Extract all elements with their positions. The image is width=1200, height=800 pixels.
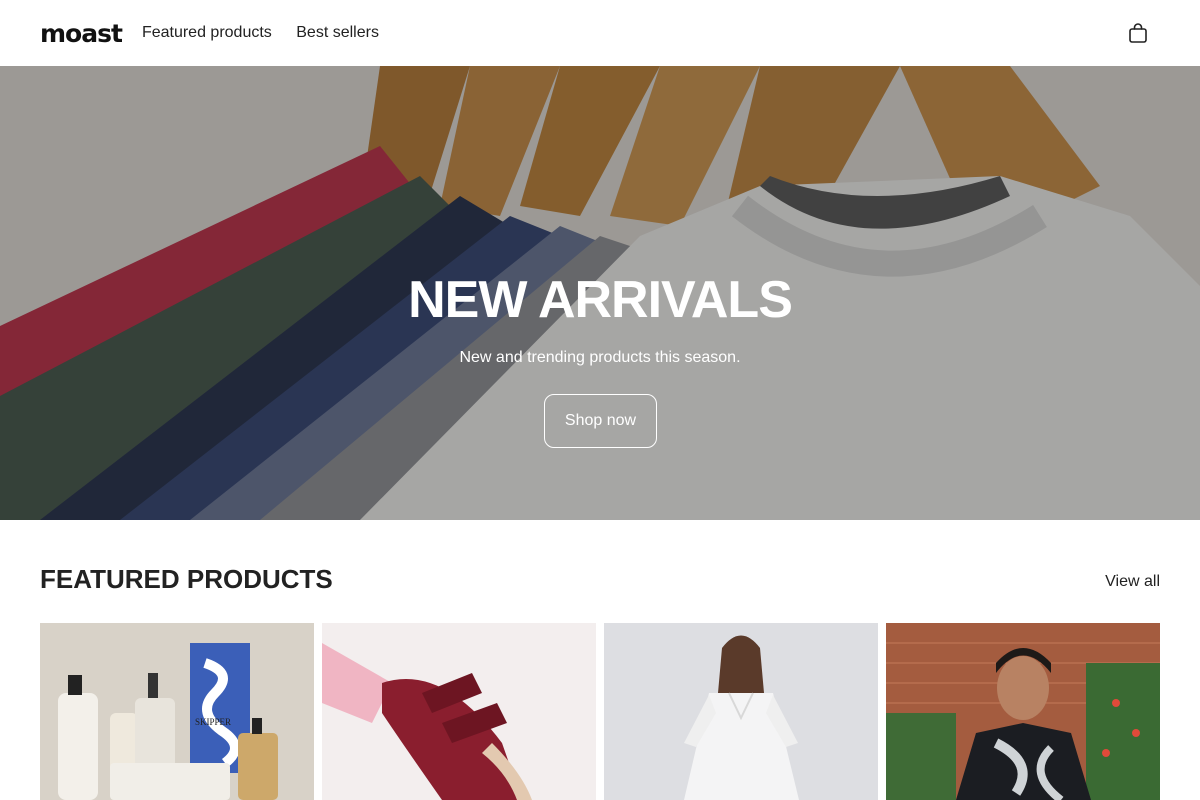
red-shoes-image [322,623,596,800]
brand-label: SKIPPER [195,717,231,727]
nav-featured-products[interactable]: Featured products [142,24,272,41]
hero-banner: NEW ARRIVALS New and trending products t… [0,66,1200,520]
shop-now-button[interactable]: Shop now [544,394,657,448]
product-card[interactable] [604,623,878,800]
product-grid: SKIPPER [40,623,1160,800]
site-header: moast Featured products Best sellers [0,0,1200,66]
main-nav: Featured products Best sellers [142,24,399,42]
shopping-bag-icon[interactable] [1126,21,1150,45]
white-dress-image [604,623,878,800]
view-all-link[interactable]: View all [1105,573,1160,591]
product-card[interactable]: SKIPPER [40,623,314,800]
logo[interactable]: moast [40,19,123,48]
nav-best-sellers[interactable]: Best sellers [296,24,379,41]
product-card[interactable] [886,623,1160,800]
patterned-shirt-man-image [886,623,1160,800]
hero-subtitle: New and trending products this season. [459,349,741,366]
skincare-bottles-image: SKIPPER [40,623,314,800]
featured-products-title: FEATURED PRODUCTS [40,564,333,594]
hero-title: NEW ARRIVALS [408,271,793,329]
product-card[interactable] [322,623,596,800]
